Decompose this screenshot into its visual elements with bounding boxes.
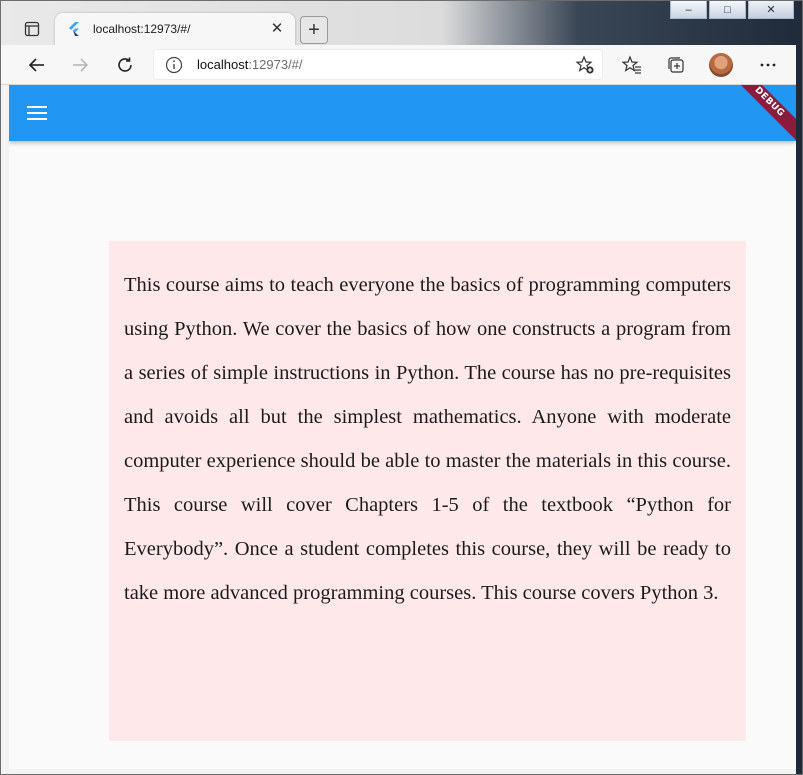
new-tab-button[interactable]: +: [300, 16, 328, 44]
collections-button[interactable]: [664, 53, 688, 77]
tab-actions-icon: [24, 21, 40, 37]
tab-strip: localhost:12973/#/ ✕ + – □ ✕: [1, 1, 802, 46]
forward-arrow-icon: [73, 58, 89, 72]
flutter-favicon: [69, 22, 79, 36]
tab-title: localhost:12973/#/: [93, 22, 191, 36]
address-url: localhost:12973/#/: [197, 57, 303, 72]
address-host: localhost: [197, 57, 249, 72]
minimize-button[interactable]: –: [670, 1, 707, 19]
favorites-icon: [622, 55, 641, 74]
favorites-button[interactable]: [620, 53, 644, 77]
address-path: :12973/#/: [248, 57, 303, 72]
course-description-card: This course aims to teach everyone the b…: [109, 241, 746, 741]
maximize-button[interactable]: □: [709, 1, 746, 19]
refresh-icon: [118, 57, 132, 72]
app-bar: DEBUG: [9, 85, 796, 147]
window-controls: – □ ✕: [670, 1, 794, 21]
tab-close-button[interactable]: ✕: [269, 21, 285, 37]
profile-avatar[interactable]: [709, 53, 733, 77]
back-arrow-icon: [28, 58, 44, 72]
browser-tab[interactable]: localhost:12973/#/ ✕: [55, 13, 295, 46]
page-viewport: DEBUG This course aims to teach everyone…: [9, 85, 796, 769]
back-button[interactable]: [25, 53, 49, 77]
star-plus-icon[interactable]: [575, 55, 595, 75]
tab-actions-button[interactable]: [21, 18, 43, 40]
hamburger-menu-icon[interactable]: [25, 101, 49, 125]
more-icon: [760, 63, 776, 67]
info-icon[interactable]: [165, 56, 183, 74]
refresh-button[interactable]: [113, 53, 137, 77]
window-edge: [796, 45, 802, 774]
window-close-button[interactable]: ✕: [748, 1, 794, 19]
address-bar[interactable]: localhost:12973/#/: [153, 49, 603, 80]
collections-icon: [668, 57, 684, 73]
more-button[interactable]: [756, 53, 780, 77]
course-description: This course aims to teach everyone the b…: [124, 274, 731, 604]
browser-window: localhost:12973/#/ ✕ + – □ ✕ localhost:1…: [0, 0, 803, 775]
forward-button[interactable]: [68, 53, 92, 77]
debug-banner: DEBUG: [724, 85, 796, 147]
browser-toolbar: localhost:12973/#/: [1, 45, 802, 85]
